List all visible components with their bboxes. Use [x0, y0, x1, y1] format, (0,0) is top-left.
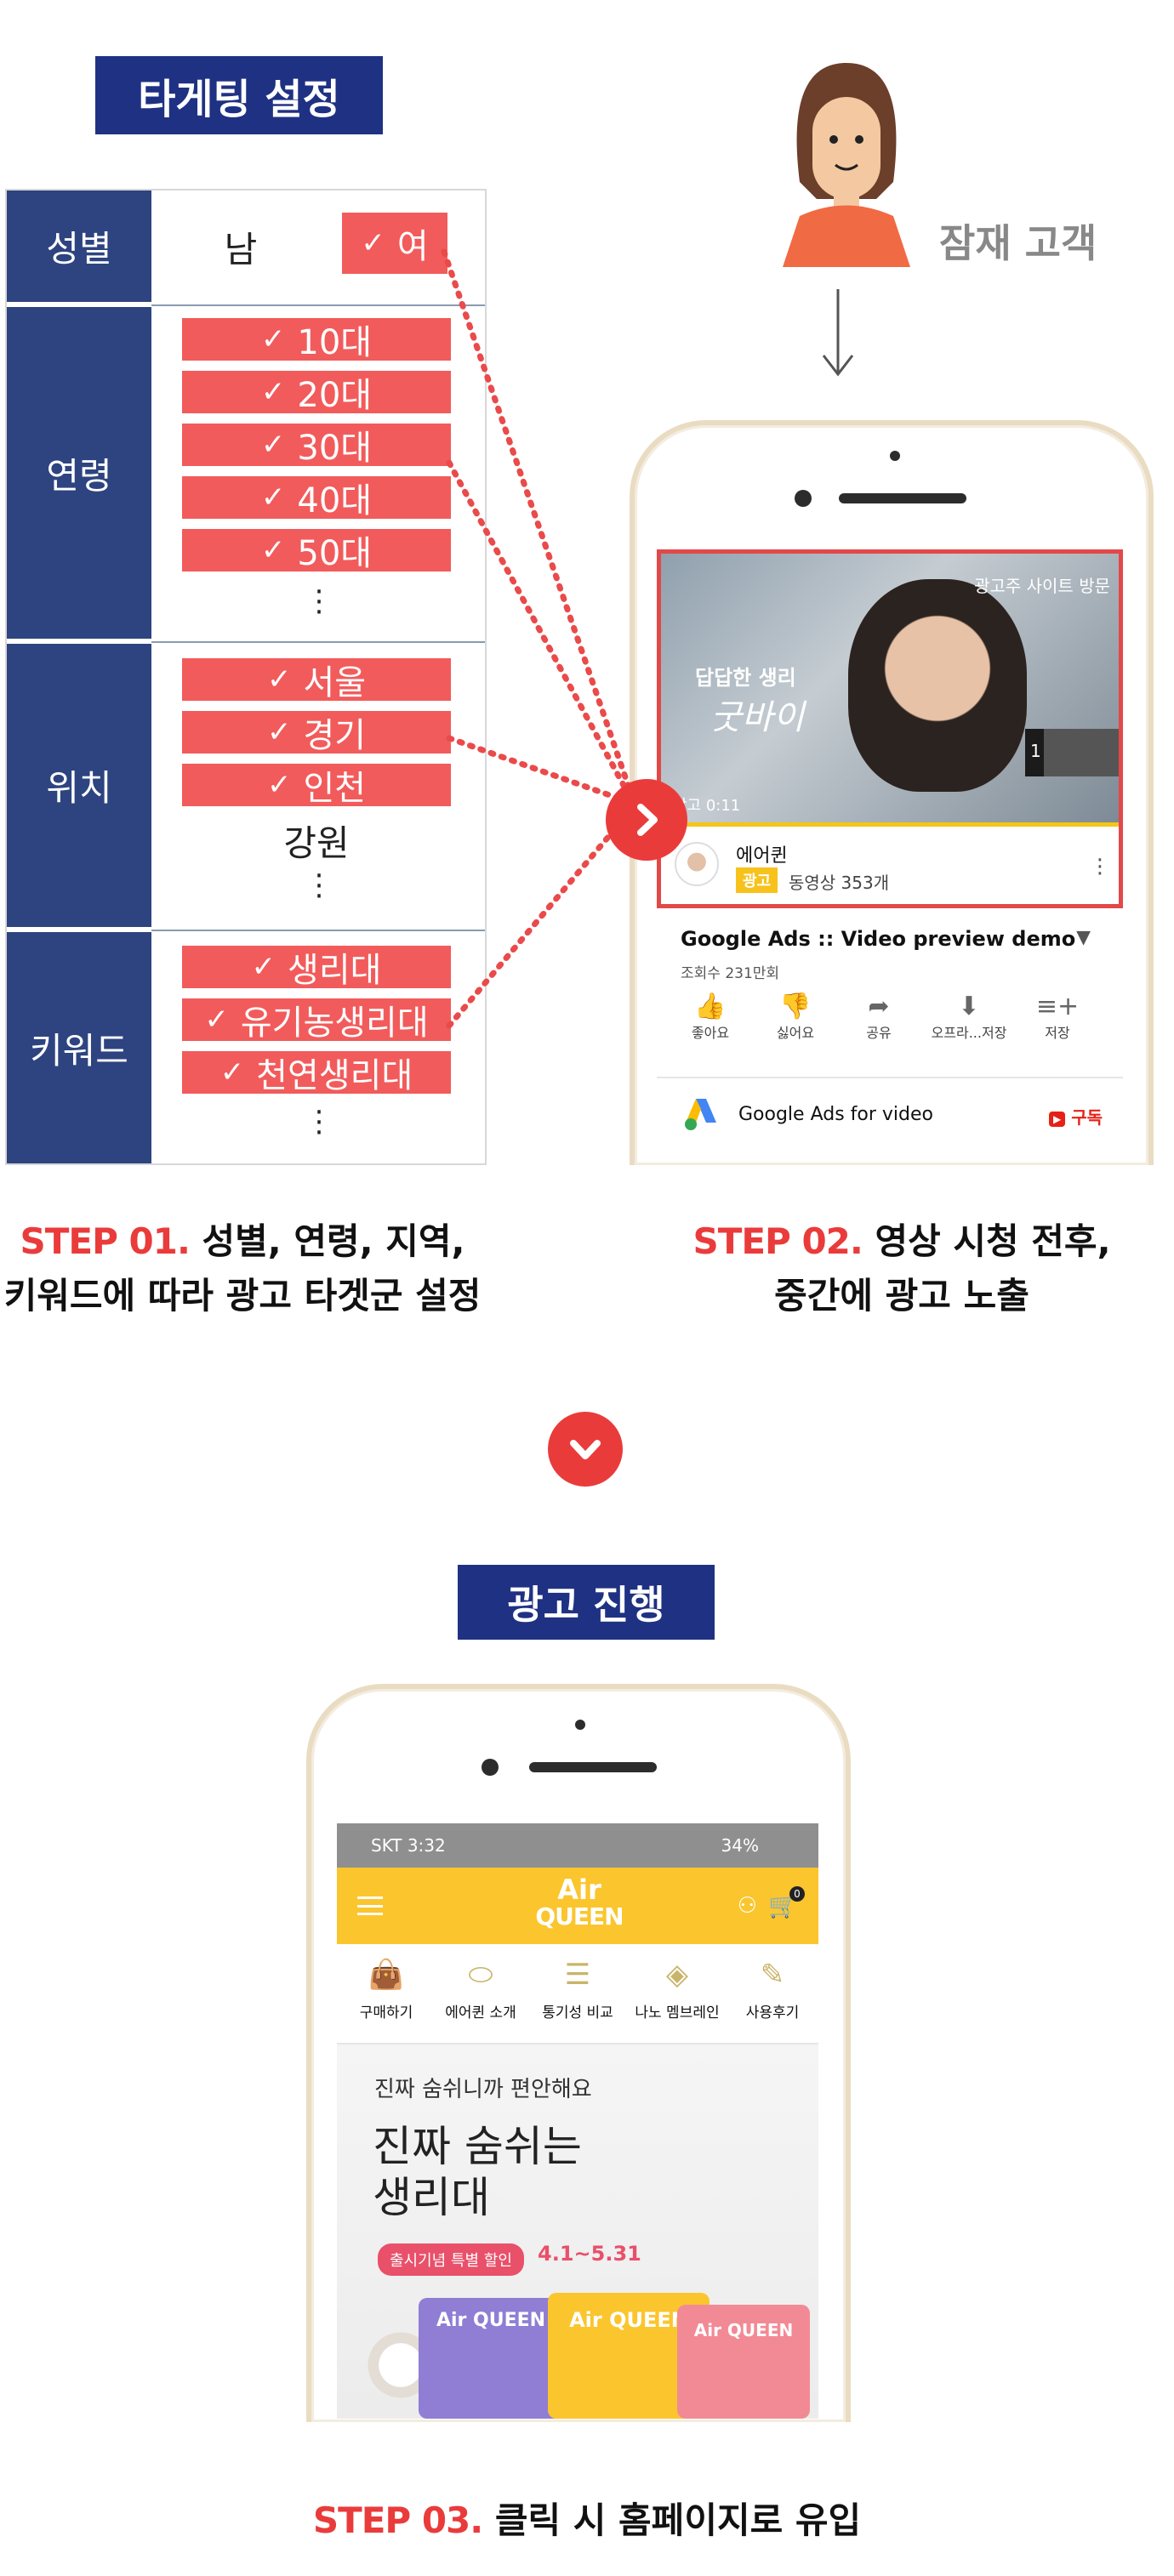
hero-big-text-2: 생리대 — [373, 2173, 490, 2222]
youtube-icon: ▶ — [1048, 1111, 1066, 1127]
step1-line1: 성별, 연령, 지역, — [202, 1220, 465, 1262]
action-label: 좋아요 — [691, 1025, 730, 1041]
video-views: 조회수 231만회 — [681, 965, 780, 982]
channel-avatar — [675, 842, 719, 886]
thumb-up-icon: 👍 — [694, 992, 727, 1021]
status-bar: SKT 3:32 34% — [337, 1823, 818, 1868]
user-icon[interactable]: ⚇ — [738, 1893, 757, 1919]
phone-speaker — [529, 1762, 657, 1772]
google-ads-logo-icon — [685, 1099, 716, 1130]
site-logo[interactable]: Air QUEEN — [524, 1876, 635, 1931]
channel2-name: Google Ads for video — [738, 1104, 933, 1125]
ad-badge: 광고 — [736, 867, 778, 893]
hero-small-text: 진짜 숨쉬니까 편안해요 — [374, 2077, 592, 2102]
save-button[interactable]: ≡+ 저장 — [1028, 992, 1087, 1042]
site-nav: 👜 구매하기 ⬭ 에어퀸 소개 ☰ 통기성 비교 ◈ 나노 멤브레인 ✎ 사용후… — [337, 1944, 818, 2044]
step3-line: 클릭 시 홈페이지로 유입 — [494, 2499, 862, 2541]
cart-icon[interactable]: 🛒 0 — [768, 1886, 805, 1919]
step1-label: STEP 01. — [20, 1220, 191, 1262]
phone-sensor — [575, 1720, 585, 1730]
nav-label: 사용후기 — [745, 2005, 800, 2022]
nav-item-buy[interactable]: 👜 구매하기 — [345, 1958, 427, 2022]
ad-person-image — [848, 579, 1027, 792]
product-label: Air QUEEN — [436, 2310, 546, 2331]
status-time: SKT 3:32 — [371, 1835, 446, 1856]
promo-badge: 출시기념 특별 할인 — [378, 2243, 524, 2276]
layers-icon: ☰ — [564, 1958, 591, 1992]
ad-video[interactable]: 광고주 사이트 방문 답답한 생리 굿바이 광고 0:11 1 — [657, 549, 1123, 827]
offline-save-button[interactable]: ⬇ 오프라...저장 — [922, 992, 1016, 1042]
nav-item-about[interactable]: ⬭ 에어퀸 소개 — [434, 1958, 527, 2022]
review-icon: ✎ — [760, 1958, 785, 1992]
subscribe-button[interactable]: ▶ 구독 — [1048, 1104, 1103, 1129]
channel-name: 에어퀸 — [736, 845, 788, 867]
product-pack-pink: Air QUEEN — [677, 2305, 810, 2419]
shopping-bag-icon: 👜 — [368, 1958, 405, 1992]
hero-banner[interactable]: 진짜 숨쉬니까 편안해요 진짜 숨쉬는 생리대 출시기념 특별 할인 4.1~5… — [337, 2046, 818, 2419]
phone-speaker — [839, 493, 966, 503]
status-battery: 34% — [721, 1835, 759, 1856]
action-label: 저장 — [1045, 1025, 1070, 1041]
visit-site-link[interactable]: 광고주 사이트 방문 — [974, 572, 1110, 597]
step2-line2: 중간에 광고 노출 — [774, 1275, 1029, 1316]
video-caption-1: 답답한 생리 — [695, 666, 796, 690]
expand-chevron-icon[interactable]: ▼ — [1076, 927, 1091, 948]
logo-bottom: QUEEN — [535, 1902, 624, 1931]
customer-label: 잠재 고객 — [939, 220, 1097, 266]
step3-text: STEP 03. 클릭 시 홈페이지로 유입 — [0, 2494, 1174, 2548]
playlist-add-icon: ≡+ — [1035, 992, 1080, 1021]
step3-label: STEP 03. — [312, 2499, 483, 2541]
hamburger-menu-icon[interactable] — [357, 1896, 383, 1915]
pad-icon: ⬭ — [468, 1958, 493, 1992]
phone-camera-icon — [482, 1759, 499, 1776]
site-header: Air QUEEN ⚇ 🛒 0 — [337, 1868, 818, 1944]
subscribe-label: 구독 — [1071, 1107, 1103, 1128]
youtube-screen: 광고주 사이트 방문 답답한 생리 굿바이 광고 0:11 1 에어퀸 광고 동… — [657, 549, 1123, 1155]
phone-camera-icon — [795, 490, 812, 507]
video-title: Google Ads :: Video preview demo — [681, 927, 1076, 951]
action-label: 공유 — [866, 1025, 892, 1041]
nav-item-reviews[interactable]: ✎ 사용후기 — [732, 1958, 813, 2022]
ad-channel-row[interactable]: 에어퀸 광고 동영상 353개 · · · — [657, 827, 1123, 908]
product-pack-purple: Air QUEEN — [419, 2298, 563, 2419]
logo-top: Air — [557, 1874, 601, 1906]
action-label: 오프라...저장 — [931, 1025, 1007, 1041]
customer-avatar-icon — [783, 63, 910, 267]
download-icon: ⬇ — [958, 992, 980, 1021]
video-count: 동영상 353개 — [789, 873, 890, 893]
share-icon: ➦ — [868, 992, 890, 1021]
dislike-button[interactable]: 👎 싫어요 — [766, 992, 825, 1042]
down-chevron-icon — [548, 1412, 623, 1487]
video-caption-2: 굿바이 — [710, 698, 805, 737]
step2-text: STEP 02. 영상 시청 전후, 중간에 광고 노출 — [655, 1214, 1148, 1323]
step2-line1: 영상 시청 전후, — [875, 1220, 1111, 1262]
promo-date: 4.1~5.31 — [538, 2242, 641, 2266]
nav-label: 나노 멤브레인 — [635, 2005, 720, 2022]
skip-thumbnail[interactable]: 1 — [1025, 729, 1119, 776]
down-arrow-icon — [822, 289, 854, 377]
action-label: 싫어요 — [776, 1025, 815, 1041]
skip-count: 1 — [1030, 741, 1041, 761]
cart-count: 0 — [789, 1886, 805, 1902]
step1-text: STEP 01. 성별, 연령, 지역, 키워드에 따라 광고 타겟군 설정 — [0, 1214, 485, 1323]
product-label: Air QUEEN — [569, 2308, 688, 2332]
website-screen: SKT 3:32 34% Air QUEEN ⚇ 🛒 0 👜 구매하기 ⬭ 에어… — [337, 1823, 818, 2419]
step1-line2: 키워드에 따라 광고 타겟군 설정 — [3, 1275, 482, 1316]
product-label: Air QUEEN — [693, 2320, 794, 2340]
nav-label: 에어퀸 소개 — [445, 2005, 516, 2022]
more-vert-icon[interactable]: · · · — [1097, 850, 1103, 885]
share-button[interactable]: ➦ 공유 — [849, 992, 909, 1042]
membrane-icon: ◈ — [665, 1958, 689, 1992]
nav-item-membrane[interactable]: ◈ 나노 멤브레인 — [626, 1958, 728, 2022]
thumb-down-icon: 👎 — [779, 992, 812, 1021]
nav-label: 통기성 비교 — [542, 2005, 613, 2022]
step2-label: STEP 02. — [692, 1220, 863, 1262]
like-button[interactable]: 👍 좋아요 — [681, 992, 740, 1042]
progress-title: 광고 진행 — [458, 1565, 715, 1640]
nav-item-compare[interactable]: ☰ 통기성 비교 — [531, 1958, 624, 2022]
phone-sensor — [890, 451, 900, 461]
nav-label: 구매하기 — [359, 2005, 413, 2022]
next-arrow-icon — [606, 779, 687, 861]
